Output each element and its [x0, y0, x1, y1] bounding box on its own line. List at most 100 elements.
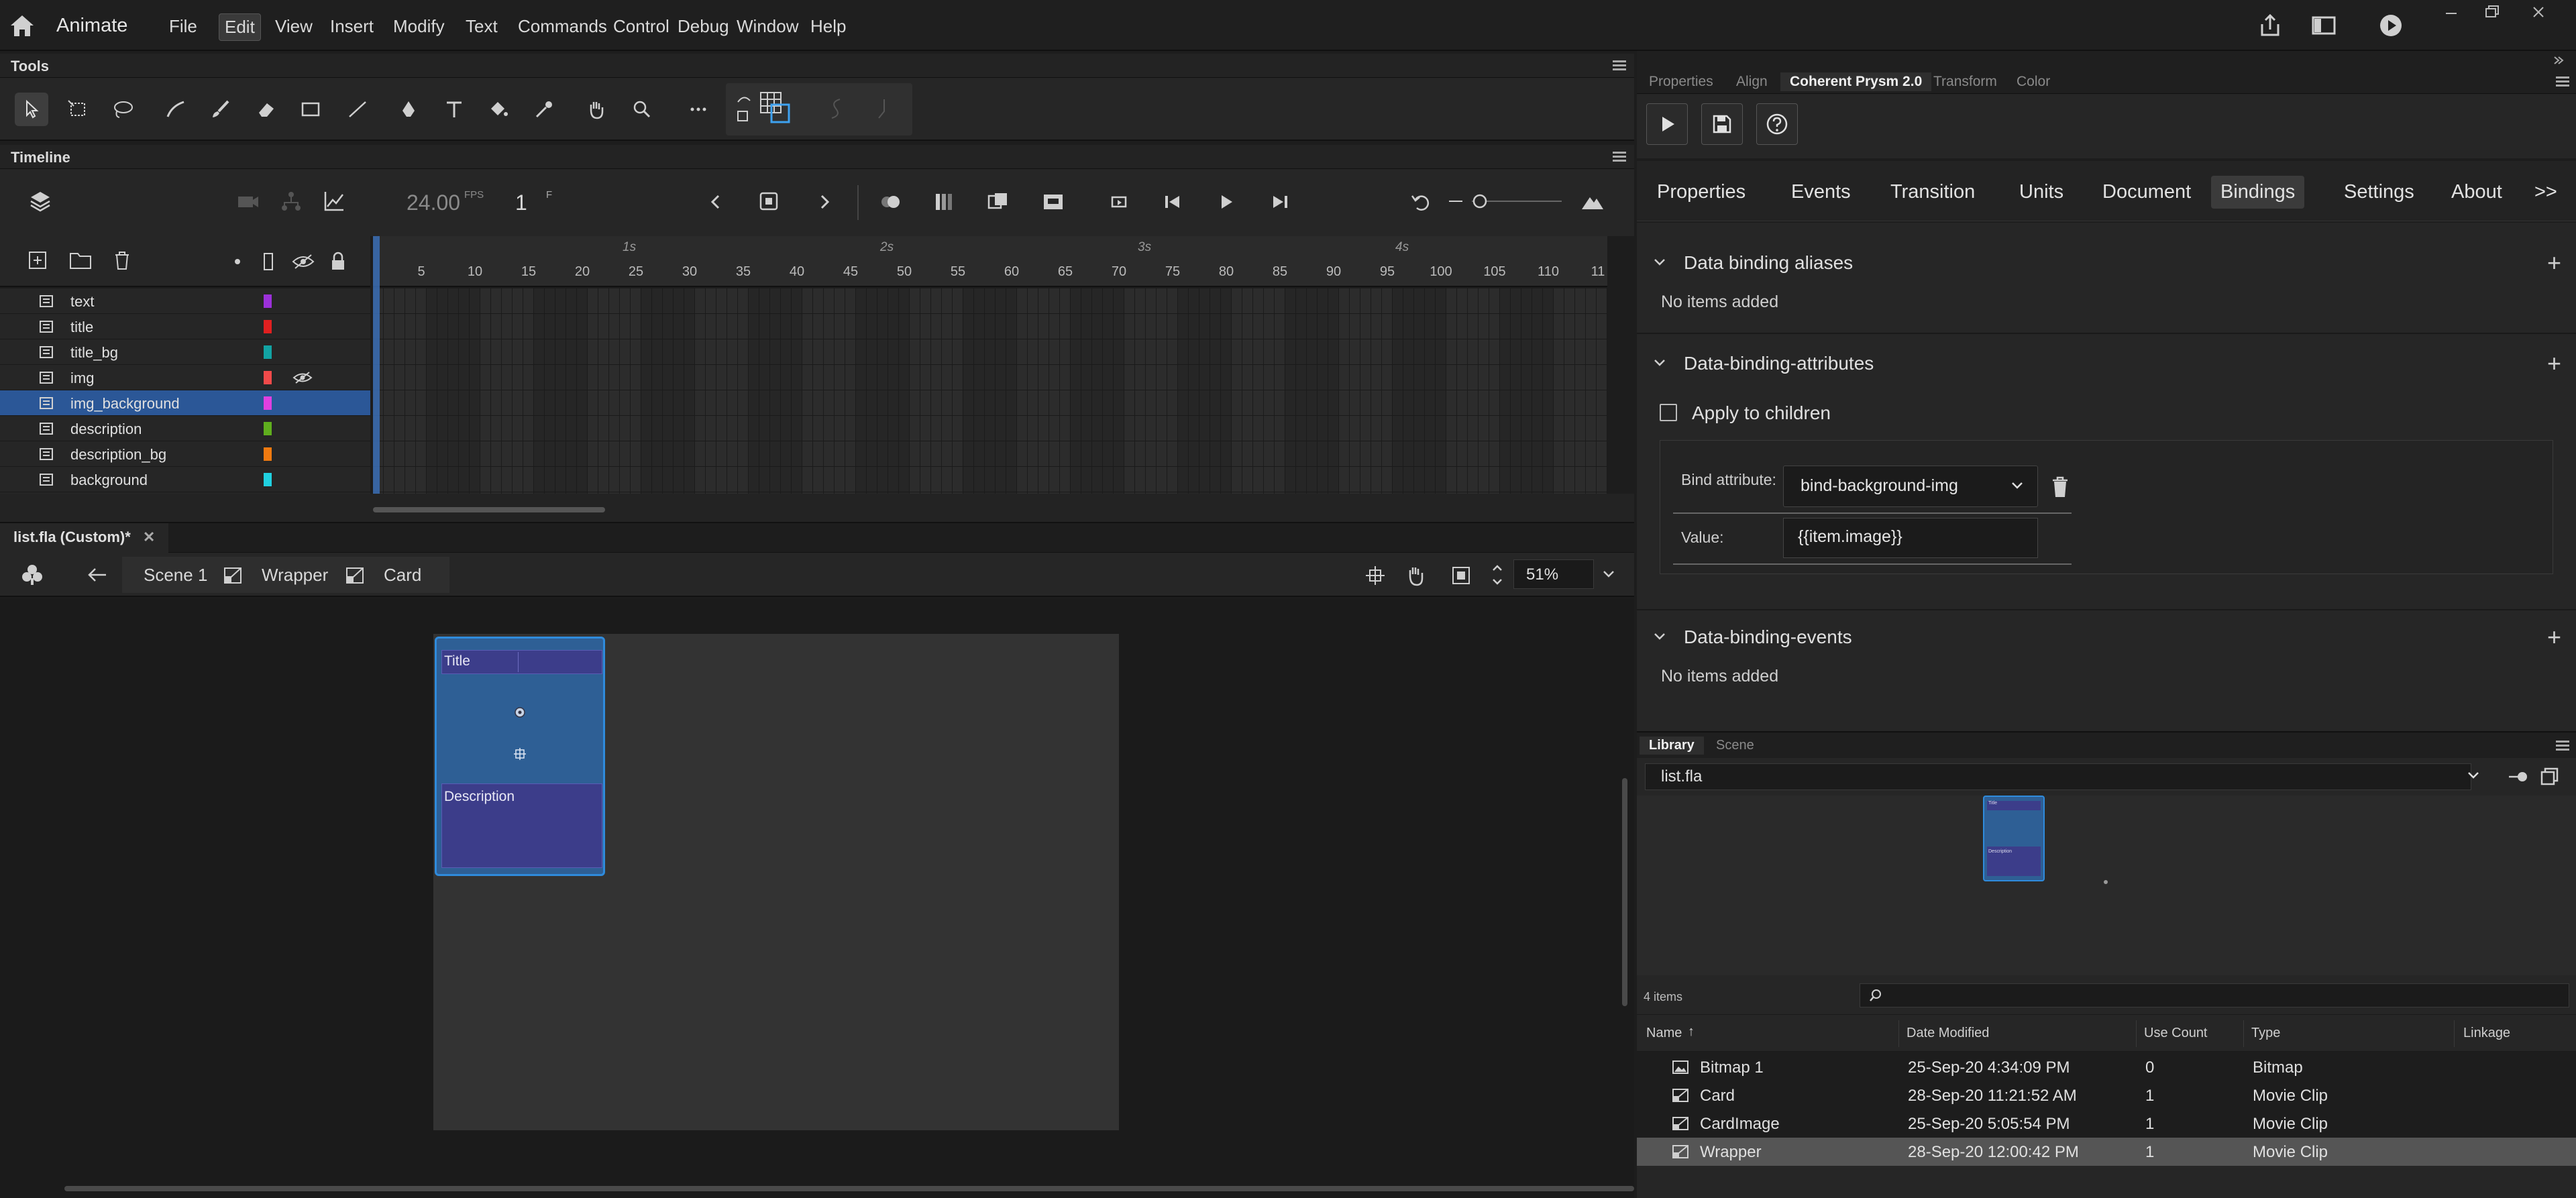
section-attributes-header[interactable]: Data-binding-attributes + — [1637, 343, 2576, 384]
col-date-modified[interactable]: Date Modified — [1907, 1026, 1989, 1041]
breadcrumb-wrapper[interactable]: Wrapper — [262, 565, 328, 586]
nav-transition[interactable]: Transition — [1881, 176, 1984, 209]
add-event-icon[interactable]: + — [2547, 625, 2561, 649]
new-folder-icon[interactable] — [68, 250, 93, 271]
free-transform-tool-icon[interactable] — [62, 93, 95, 126]
timeline-zoom-slider[interactable] — [1448, 189, 1562, 213]
close-tab-icon[interactable]: ✕ — [143, 529, 155, 545]
minimize-icon[interactable] — [2435, 1, 2467, 24]
col-use-count[interactable]: Use Count — [2144, 1026, 2208, 1041]
menu-view[interactable]: View — [270, 13, 318, 40]
collapse-panels-icon[interactable] — [2552, 54, 2565, 67]
paint-bucket-tool-icon[interactable] — [482, 93, 515, 126]
column-divider[interactable] — [2454, 1020, 2455, 1047]
zoom-tool-icon[interactable] — [625, 93, 659, 126]
apply-to-children-checkbox[interactable] — [1660, 404, 1677, 421]
column-divider[interactable] — [1898, 1020, 1899, 1047]
onion-skin-outlines-icon[interactable] — [932, 190, 957, 213]
pin-icon[interactable] — [2508, 769, 2529, 785]
stage-vertical-scrollbar[interactable] — [1622, 778, 1627, 1006]
breadcrumb-card[interactable]: Card — [384, 565, 421, 586]
library-row[interactable]: Wrapper 28-Sep-20 12:00:42 PM 1 Movie Clip — [1637, 1138, 2576, 1166]
stage-horizontal-scrollbar[interactable] — [64, 1186, 1634, 1191]
layer-row[interactable]: text — [0, 288, 370, 314]
layer-color-swatch[interactable] — [264, 422, 272, 435]
nav-units[interactable]: Units — [2010, 176, 2073, 209]
rectangle-tool-icon[interactable] — [294, 93, 327, 126]
eyedropper-tool-icon[interactable] — [527, 93, 561, 126]
layer-row[interactable]: img — [0, 365, 370, 390]
column-divider[interactable] — [2243, 1020, 2244, 1047]
menu-file[interactable]: File — [164, 13, 203, 40]
zoom-field[interactable]: 51% — [1513, 559, 1594, 589]
menu-help[interactable]: Help — [805, 13, 851, 40]
col-type[interactable]: Type — [2251, 1026, 2280, 1041]
document-tab[interactable]: list.fla (Custom)* ✕ — [0, 523, 169, 553]
section-events-header[interactable]: Data-binding-events + — [1637, 617, 2576, 657]
back-arrow-icon[interactable] — [86, 566, 109, 584]
lock-column-icon[interactable] — [329, 251, 347, 271]
nav-events[interactable]: Events — [1782, 176, 1860, 209]
graph-icon[interactable] — [322, 189, 346, 213]
more-tools-icon[interactable] — [682, 93, 715, 126]
layer-color-swatch[interactable] — [264, 320, 272, 333]
tab-align[interactable]: Align — [1727, 72, 1777, 91]
layer-row[interactable]: img_background — [0, 390, 370, 416]
timeline-scrollbar[interactable] — [373, 507, 605, 512]
test-movie-icon[interactable] — [2377, 12, 2404, 39]
menu-modify[interactable]: Modify — [388, 13, 450, 40]
layer-row[interactable]: description_bg — [0, 441, 370, 467]
step-forward-icon[interactable] — [1269, 192, 1291, 212]
text-tool-icon[interactable] — [437, 93, 471, 126]
col-linkage[interactable]: Linkage — [2463, 1026, 2510, 1041]
nav-settings[interactable]: Settings — [2334, 176, 2424, 209]
breadcrumb-scene[interactable]: Scene 1 — [144, 565, 207, 586]
play-icon[interactable] — [1216, 192, 1237, 212]
library-row[interactable]: CardImage 25-Sep-20 5:05:54 PM 1 Movie Clip — [1637, 1109, 2576, 1138]
library-row[interactable]: Card 28-Sep-20 11:21:52 AM 1 Movie Clip — [1637, 1081, 2576, 1109]
lasso-tool-icon[interactable] — [106, 93, 140, 126]
nav-bindings[interactable]: Bindings — [2211, 176, 2305, 209]
layers-icon[interactable] — [28, 189, 52, 213]
delete-binding-icon[interactable] — [2050, 475, 2070, 499]
zoom-dropdown-icon[interactable] — [1601, 567, 1617, 581]
col-name[interactable]: Name — [1646, 1026, 1682, 1041]
fit-frames-icon[interactable] — [1579, 192, 1606, 212]
menu-debug[interactable]: Debug — [672, 13, 735, 40]
playhead[interactable] — [373, 236, 380, 494]
previous-keyframe-icon[interactable] — [706, 192, 726, 212]
library-file-select[interactable] — [1645, 763, 2471, 790]
panel-menu-icon[interactable] — [1613, 60, 1626, 71]
tab-color[interactable]: Color — [2007, 72, 2059, 91]
layer-color-swatch[interactable] — [264, 294, 272, 308]
add-alias-icon[interactable]: + — [2547, 251, 2561, 275]
nav-document[interactable]: Document — [2093, 176, 2200, 209]
stage-center-icon[interactable] — [1364, 565, 1386, 586]
tab-transform[interactable]: Transform — [1924, 72, 2006, 91]
rotate-stage-icon[interactable] — [1403, 563, 1428, 588]
nav-properties[interactable]: Properties — [1648, 176, 1755, 209]
edit-multiple-frames-icon[interactable] — [986, 190, 1010, 213]
new-layer-icon[interactable] — [27, 250, 48, 271]
panel-menu-icon[interactable] — [2556, 741, 2569, 751]
new-library-panel-icon[interactable] — [2540, 766, 2560, 786]
undo-timeline-icon[interactable] — [1409, 192, 1432, 212]
workspace-icon[interactable] — [2310, 12, 2337, 39]
menu-edit[interactable]: Edit — [219, 13, 261, 41]
line-tool-icon[interactable] — [341, 93, 374, 126]
layer-row[interactable]: background — [0, 467, 370, 492]
home-icon[interactable] — [8, 12, 36, 39]
pen-tool-icon[interactable] — [392, 93, 425, 126]
brush-tool-icon[interactable] — [204, 93, 237, 126]
library-row[interactable]: Bitmap 1 25-Sep-20 4:34:09 PM 0 Bitmap — [1637, 1053, 2576, 1081]
outline-column-icon[interactable] — [262, 252, 275, 271]
layer-color-swatch[interactable] — [264, 371, 272, 384]
insert-keyframe-icon[interactable] — [758, 190, 781, 213]
clip-stage-icon[interactable] — [1450, 565, 1472, 586]
menu-insert[interactable]: Insert — [325, 13, 379, 40]
frame-mode-icon[interactable] — [1041, 190, 1065, 213]
tab-coherent-prysm[interactable]: Coherent Prysm 2.0 — [1780, 72, 1932, 91]
tab-library[interactable]: Library — [1640, 737, 1704, 755]
nav-more[interactable]: >> — [2525, 176, 2567, 209]
prysm-save-button[interactable] — [1701, 103, 1743, 145]
